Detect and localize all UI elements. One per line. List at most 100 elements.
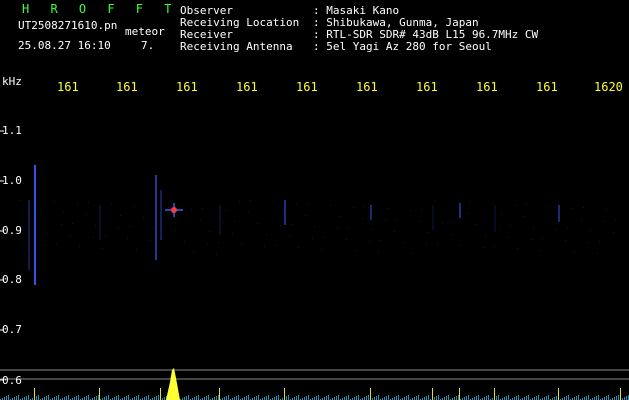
echo-speck xyxy=(152,228,153,229)
spectrogram-canvas xyxy=(0,130,629,400)
echo-speck xyxy=(428,232,429,233)
echo-speck xyxy=(102,248,103,249)
signal-sample xyxy=(138,395,139,400)
freq-tick-label: 0.8 xyxy=(2,273,22,286)
echo-speck xyxy=(599,241,600,242)
echo-speck xyxy=(581,219,582,220)
signal-sample xyxy=(358,395,359,400)
echo-speck xyxy=(421,209,422,210)
echo-speck xyxy=(202,208,203,209)
echo-speck xyxy=(330,205,331,206)
time-tick-label: 161 xyxy=(236,80,258,94)
echo-speck xyxy=(225,210,226,211)
echo-speck xyxy=(355,250,356,251)
echo-speck xyxy=(492,203,493,204)
signal-sample xyxy=(458,395,459,400)
echo-speck xyxy=(104,236,105,237)
echo-column xyxy=(494,205,496,232)
signal-sample xyxy=(98,395,99,400)
echo-speck xyxy=(426,244,427,245)
echo-speck xyxy=(412,253,413,254)
signal-sample xyxy=(438,395,439,400)
echo-speck xyxy=(143,217,144,218)
signal-sample xyxy=(346,396,347,400)
echo-speck xyxy=(369,241,370,242)
signal-spike xyxy=(99,388,100,400)
echo-speck xyxy=(508,237,509,238)
signal-sample xyxy=(436,396,437,400)
echo-speck xyxy=(371,229,372,230)
signal-sample xyxy=(608,395,609,400)
signal-sample xyxy=(336,396,337,400)
signal-sample xyxy=(38,395,39,400)
signal-sample xyxy=(316,396,317,400)
echo-column xyxy=(432,205,434,230)
signal-sample xyxy=(16,396,17,400)
echo-speck xyxy=(494,246,495,247)
antenna-label: Receiving Antenna xyxy=(180,40,293,53)
signal-sample xyxy=(58,395,59,400)
signal-sample xyxy=(286,396,287,400)
signal-sample xyxy=(398,395,399,400)
signal-sample xyxy=(406,396,407,400)
signal-sample xyxy=(518,395,519,400)
echo-speck xyxy=(483,247,484,248)
echo-speck xyxy=(239,201,240,202)
echo-speck xyxy=(437,243,438,244)
echo-speck xyxy=(305,215,306,216)
signal-sample xyxy=(496,396,497,400)
echo-speck xyxy=(120,215,121,216)
echo-speck xyxy=(485,235,486,236)
echo-speck xyxy=(337,228,338,229)
echo-speck xyxy=(282,213,283,214)
signal-sample xyxy=(616,396,617,400)
signal-sample xyxy=(6,396,7,400)
echo-speck xyxy=(517,248,518,249)
freq-tick-label: 1.1 xyxy=(2,124,22,137)
signal-sample xyxy=(196,396,197,400)
signal-sample xyxy=(586,396,587,400)
freq-unit-label: kHz xyxy=(2,75,22,88)
echo-speck xyxy=(166,219,167,220)
signal-sample xyxy=(208,395,209,400)
signal-sample xyxy=(326,396,327,400)
echo-speck xyxy=(257,223,258,224)
echo-speck xyxy=(435,200,436,201)
signal-sample xyxy=(236,396,237,400)
echo-speck xyxy=(403,242,404,243)
echo-speck xyxy=(136,249,137,250)
signal-spike xyxy=(219,388,220,400)
echo-column xyxy=(155,175,157,260)
signal-sample xyxy=(248,395,249,400)
echo-speck xyxy=(604,221,605,222)
echo-speck xyxy=(339,216,340,217)
signal-sample xyxy=(508,395,509,400)
signal-spike xyxy=(620,388,621,400)
signal-sample xyxy=(78,395,79,400)
echo-column xyxy=(219,205,221,235)
signal-sample xyxy=(448,395,449,400)
signal-sample xyxy=(276,396,277,400)
echo-column xyxy=(459,203,461,218)
echo-speck xyxy=(549,206,550,207)
signal-sample xyxy=(416,396,417,400)
signal-sample xyxy=(28,395,29,400)
signal-sample xyxy=(328,395,329,400)
signal-sample xyxy=(18,395,19,400)
meteor-label: meteor xyxy=(125,25,165,38)
signal-sample xyxy=(386,396,387,400)
signal-sample xyxy=(158,395,159,400)
file-name: UT2508271610.pn xyxy=(18,19,118,32)
signal-sample xyxy=(408,395,409,400)
signal-sample xyxy=(296,396,297,400)
echo-speck xyxy=(307,203,308,204)
echo-speck xyxy=(453,222,454,223)
echo-speck xyxy=(47,233,48,234)
echo-speck xyxy=(574,251,575,252)
signal-sample xyxy=(256,396,257,400)
echo-column xyxy=(34,165,36,285)
echo-speck xyxy=(296,204,297,205)
signal-sample xyxy=(528,395,529,400)
signal-sample xyxy=(378,395,379,400)
signal-sample xyxy=(96,396,97,400)
